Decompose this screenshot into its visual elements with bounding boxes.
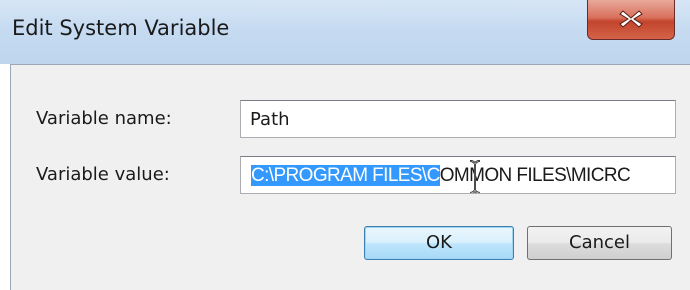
close-icon (619, 10, 643, 28)
ok-button[interactable]: OK (364, 226, 514, 260)
variable-name-field[interactable]: Path (240, 100, 676, 138)
variable-value-field[interactable]: C:\PROGRAM FILES\COMMON FILES\MICRC (240, 156, 676, 194)
variable-value-label: Variable value: (36, 164, 170, 185)
cancel-button[interactable]: Cancel (527, 226, 672, 260)
dialog-body: Variable name: Path Variable value: C:\P… (10, 64, 690, 290)
variable-name-label: Variable name: (36, 108, 172, 129)
variable-name-value: Path (250, 109, 290, 130)
title-bar[interactable]: Edit System Variable (0, 0, 690, 64)
variable-value-text: C:\PROGRAM FILES\COMMON FILES\MICRC (251, 165, 631, 187)
close-button[interactable] (587, 0, 675, 40)
selected-text: C:\PROGRAM FILES\C (251, 165, 440, 186)
text-cursor-icon (469, 160, 481, 193)
edit-system-variable-dialog: Edit System Variable Variable name: Path… (0, 0, 690, 290)
window-title: Edit System Variable (12, 16, 230, 40)
